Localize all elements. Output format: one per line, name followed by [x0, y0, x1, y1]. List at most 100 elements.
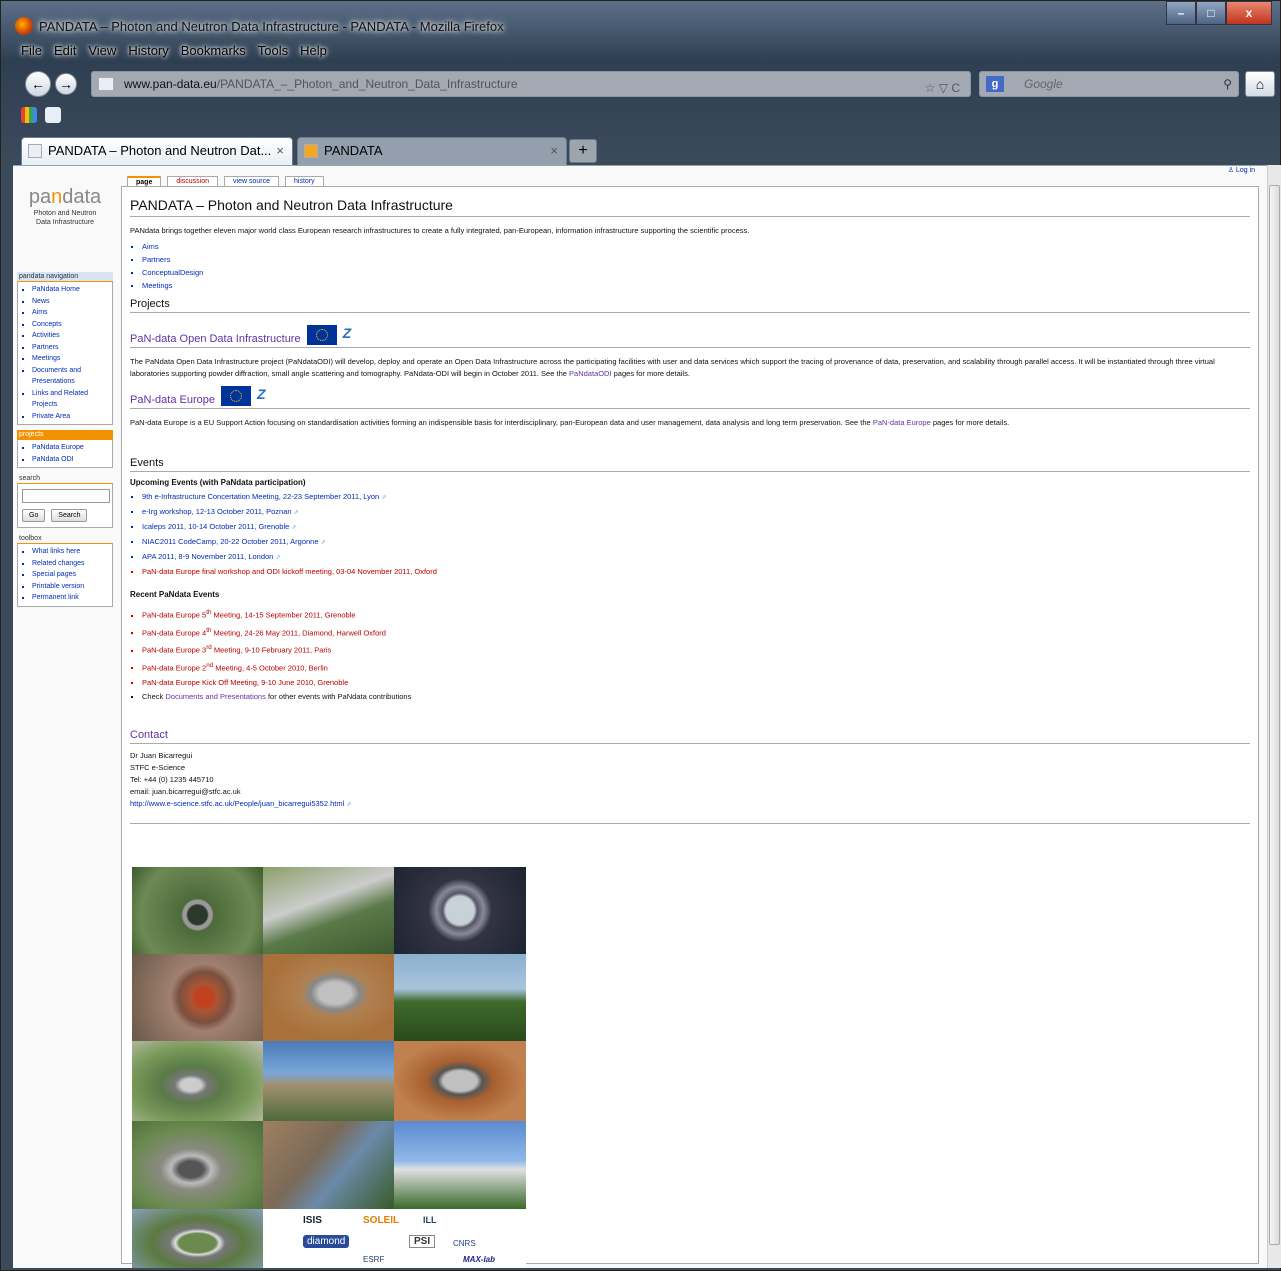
event-item[interactable]: PaN-data Europe final workshop and ODI k…: [142, 565, 1250, 578]
site-favicon-icon: [98, 77, 114, 91]
tab-favicon-icon: [28, 144, 42, 158]
tab-close-icon[interactable]: ×: [276, 138, 284, 164]
toolbox-item-special-pages[interactable]: Special pages: [32, 569, 110, 581]
navigation-portlet: pandata navigation PaNdata Home News Aim…: [17, 272, 113, 425]
tab-pandata[interactable]: PANDATA ×: [297, 137, 567, 165]
sidebar-item-pandata-odi[interactable]: PaNdata ODI: [32, 454, 110, 466]
link-conceptual-design[interactable]: ConceptualDesign: [142, 266, 1250, 279]
menu-history[interactable]: History: [128, 43, 168, 65]
menu-edit[interactable]: Edit: [54, 43, 76, 65]
fp7-logo-icon: Z: [342, 325, 352, 341]
wiki-search-input[interactable]: [22, 489, 110, 503]
menu-view[interactable]: View: [88, 43, 116, 65]
minimize-button[interactable]: –: [1166, 1, 1196, 25]
event-item[interactable]: Icaleps 2011, 10-14 October 2011, Grenob…: [142, 520, 1250, 535]
sidebar-item-private[interactable]: Private Area: [32, 411, 110, 423]
odi-heading-text[interactable]: PaN-data Open Data Infrastructure: [130, 333, 301, 345]
sidebar-item-aims[interactable]: Aims: [32, 307, 110, 319]
link-meetings[interactable]: Meetings: [142, 279, 1250, 292]
url-bar[interactable]: www.pan-data.eu/PANDATA_–_Photon_and_Neu…: [91, 71, 971, 97]
menu-help[interactable]: Help: [300, 43, 327, 65]
contact-email: email: juan.bicarregui@stfc.ac.uk: [130, 787, 241, 796]
sidebar-item-activities[interactable]: Activities: [32, 330, 110, 342]
portlet-heading: pandata navigation: [17, 272, 113, 281]
contact-url-link[interactable]: http://www.e-science.stfc.ac.uk/People/j…: [130, 799, 351, 808]
search-input[interactable]: g Google ⚲: [979, 71, 1239, 97]
tab-close-icon[interactable]: ×: [550, 138, 558, 164]
logo-cnrs: CNRS: [453, 1239, 476, 1248]
navigation-toolbar: ← → www.pan-data.eu/PANDATA_–_Photon_and…: [21, 69, 1279, 99]
maximize-button[interactable]: □: [1196, 1, 1226, 25]
logo-ill: ILL: [423, 1215, 437, 1225]
title-bar: PANDATA – Photon and Neutron Data Infras…: [1, 1, 1280, 41]
google-bookmark-icon[interactable]: [21, 107, 37, 123]
contact-org: STFC e-Science: [130, 763, 186, 772]
sidebar-item-documents[interactable]: Documents and Presentations: [32, 365, 110, 388]
pandata-europe-link[interactable]: PaN-data Europe: [873, 418, 931, 427]
search-button[interactable]: Search: [51, 509, 88, 522]
recent-event-item[interactable]: PaN-data Europe Kick Off Meeting, 9-10 J…: [142, 675, 1250, 690]
partner-logos: ISIS SOLEIL diamond PSI ILL ESRF CNRS MA…: [263, 1209, 526, 1268]
facility-photo: [263, 1041, 394, 1121]
sidebar-item-concepts[interactable]: Concepts: [32, 319, 110, 331]
site-logo[interactable]: pandata Photon and Neutron Data Infrastr…: [19, 186, 111, 242]
eu-flag-icon: [221, 386, 251, 406]
search-placeholder: Google: [1024, 77, 1063, 91]
event-item[interactable]: 9th e-Infrastructure Concertation Meetin…: [142, 490, 1250, 505]
close-button[interactable]: x: [1226, 1, 1272, 25]
scrollbar-thumb[interactable]: [1269, 185, 1280, 1245]
recent-event-item[interactable]: PaN-data Europe 4th Meeting, 24-26 May 2…: [142, 623, 1250, 641]
divider: [130, 823, 1250, 824]
bookmark-icon[interactable]: [45, 107, 61, 123]
recent-event-item[interactable]: PaN-data Europe 2nd Meeting, 4-5 October…: [142, 658, 1250, 676]
tab-label: PANDATA: [324, 143, 383, 158]
facility-photo: [394, 1041, 526, 1121]
google-engine-icon[interactable]: g: [986, 76, 1004, 92]
menu-file[interactable]: File: [21, 43, 42, 65]
event-item[interactable]: NIAC2011 CodeCamp, 20-22 October 2011, A…: [142, 535, 1250, 550]
page-title: PANDATA – Photon and Neutron Data Infras…: [130, 197, 1250, 217]
tab-pandata-active[interactable]: PANDATA – Photon and Neutron Dat... ×: [21, 137, 293, 165]
menu-bookmarks[interactable]: Bookmarks: [181, 43, 246, 65]
pandataodi-link[interactable]: PaNdataODI: [569, 369, 612, 378]
recent-event-item[interactable]: PaN-data Europe 5th Meeting, 14-15 Septe…: [142, 605, 1250, 623]
toolbox-item-related-changes[interactable]: Related changes: [32, 558, 110, 570]
back-button[interactable]: ←: [25, 71, 51, 97]
toolbox-item-printable[interactable]: Printable version: [32, 581, 110, 593]
recent-list: PaN-data Europe 5th Meeting, 14-15 Septe…: [130, 605, 1250, 703]
event-item[interactable]: APA 2011, 8-9 November 2011, London ⇗: [142, 550, 1250, 565]
facility-photo: [132, 1121, 263, 1209]
menu-tools[interactable]: Tools: [258, 43, 288, 65]
vertical-scrollbar[interactable]: [1267, 165, 1281, 1268]
portlet-heading: toolbox: [19, 535, 42, 542]
recent-event-item[interactable]: PaN-data Europe 3rd Meeting, 9-10 Februa…: [142, 640, 1250, 658]
home-button[interactable]: ⌂: [1245, 71, 1275, 97]
forward-button[interactable]: →: [55, 73, 77, 95]
toolbox-item-what-links[interactable]: What links here: [32, 546, 110, 558]
search-icon[interactable]: ⚲: [1223, 72, 1232, 96]
europe-heading-text[interactable]: PaN-data Europe: [130, 394, 215, 406]
user-icon: ♙: [1227, 167, 1234, 174]
event-item[interactable]: e-Irg workshop, 12-13 October 2011, Pozn…: [142, 505, 1250, 520]
sidebar-item-news[interactable]: News: [32, 296, 110, 308]
firefox-icon: [15, 17, 33, 35]
browser-window: PANDATA – Photon and Neutron Data Infras…: [0, 0, 1281, 1271]
sidebar-item-partners[interactable]: Partners: [32, 342, 110, 354]
toolbox-item-permanent-link[interactable]: Permanent link: [32, 592, 110, 604]
contact-heading: Contact: [130, 729, 1250, 744]
login-link[interactable]: ♙ Log in: [1228, 166, 1255, 174]
url-controls[interactable]: ☆ ▽ C: [925, 76, 960, 100]
sidebar-item-meetings[interactable]: Meetings: [32, 353, 110, 365]
link-aims[interactable]: Aims: [142, 240, 1250, 253]
documents-link[interactable]: Documents and Presentations: [165, 692, 265, 701]
tab-favicon-icon: [304, 144, 318, 158]
sidebar-item-pandata-europe[interactable]: PaNdata Europe: [32, 442, 110, 454]
recent-heading: Recent PaNdata Events: [130, 590, 220, 599]
tab-strip: PANDATA – Photon and Neutron Dat... × PA…: [21, 137, 1281, 165]
logo-maxlab: MAX-lab: [463, 1255, 495, 1264]
new-tab-button[interactable]: +: [569, 139, 597, 163]
link-partners[interactable]: Partners: [142, 253, 1250, 266]
sidebar-item-links[interactable]: Links and Related Projects: [32, 388, 110, 411]
sidebar-item-home[interactable]: PaNdata Home: [32, 284, 110, 296]
go-button[interactable]: Go: [22, 509, 46, 522]
